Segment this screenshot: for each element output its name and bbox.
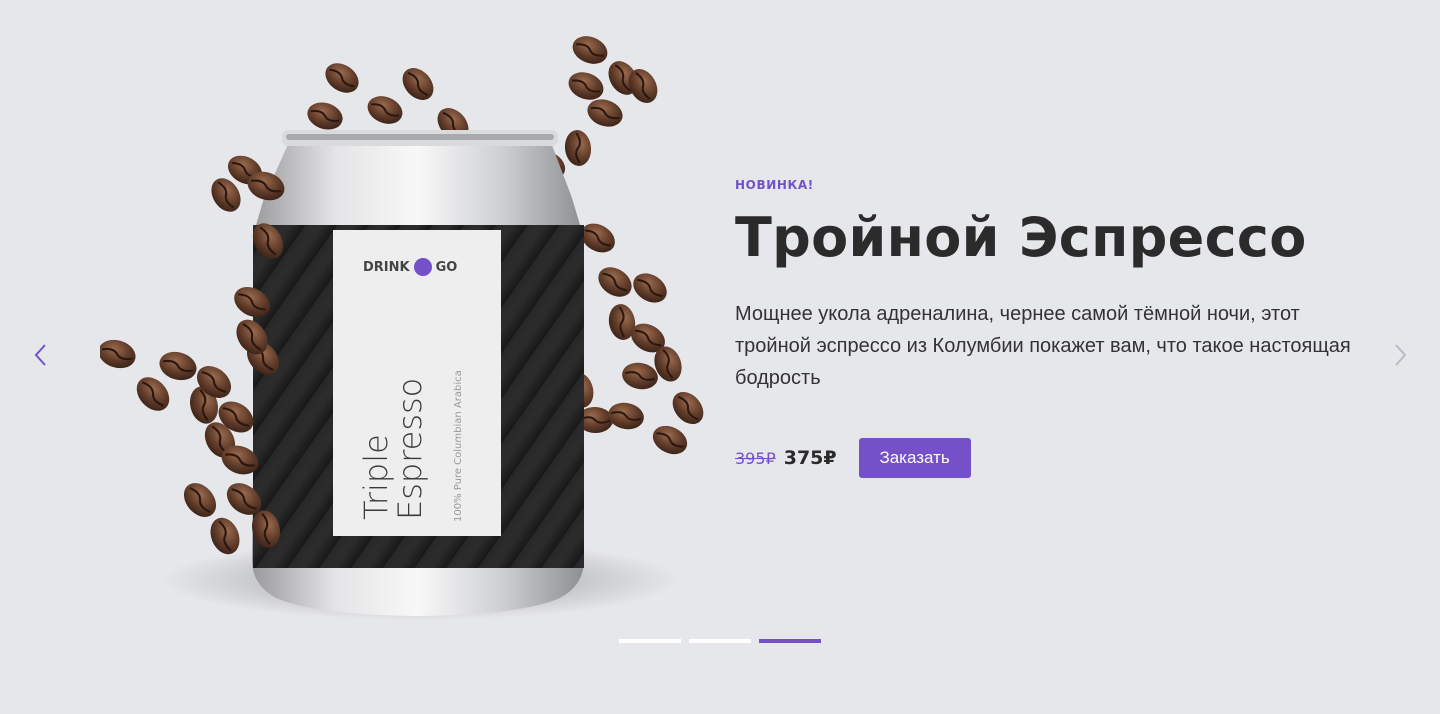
pagination-dot-1[interactable] (619, 639, 681, 643)
can-subtitle: 100% Pure Columbian Arabica (453, 370, 464, 522)
old-price: 395₽ (735, 448, 776, 468)
slide-description: Мощнее укола адреналина, чернее самой тё… (735, 303, 1351, 389)
new-badge: НОВИНКА! (735, 178, 814, 192)
current-price: 375₽ (783, 447, 837, 469)
brand-logo-mark (413, 258, 432, 276)
can-label: DRINK GO Triple Espresso 100% Pure Colum… (333, 230, 501, 536)
chevron-left-icon (34, 344, 46, 366)
chevron-right-icon (1395, 344, 1407, 366)
brand-logo: DRINK GO (363, 258, 457, 276)
brand-logo-left: DRINK (363, 259, 410, 275)
slide-info: НОВИНКА! Тройной Эспрессо Мощнее укола а… (735, 178, 1375, 478)
product-image: DRINK GO Triple Espresso 100% Pure Colum… (98, 20, 720, 630)
order-button[interactable]: Заказать (858, 438, 971, 478)
pagination-dot-3[interactable] (759, 639, 821, 643)
promo-slider: DRINK GO Triple Espresso 100% Pure Colum… (0, 0, 1440, 714)
brand-logo-right: GO (435, 259, 458, 275)
slider-prev-button[interactable] (25, 340, 55, 370)
slide-title: Тройной Эспрессо (735, 206, 1307, 269)
slider-pagination (619, 639, 821, 643)
purchase-row: 395₽ 375₽ Заказать (735, 438, 1375, 478)
can-title-line1: Triple (357, 434, 395, 520)
can-title-line2: Espresso (391, 377, 429, 520)
slider-next-button[interactable] (1386, 340, 1416, 370)
can-product-name: Triple Espresso (357, 377, 429, 520)
pagination-dot-2[interactable] (689, 639, 751, 643)
